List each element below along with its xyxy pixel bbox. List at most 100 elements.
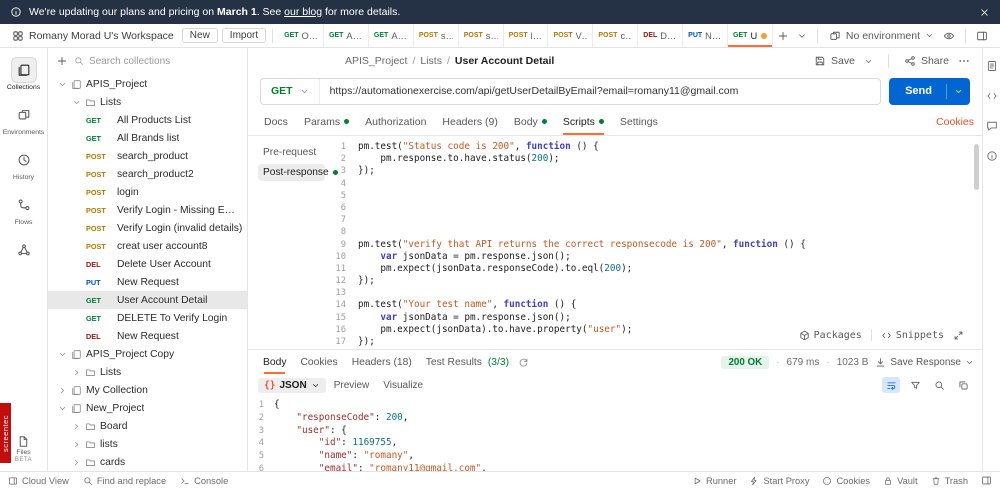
tree-request-all-products-list[interactable]: GET All Products List — [48, 111, 247, 129]
url-input[interactable]: https://automationexercise.com/api/getUs… — [320, 85, 881, 97]
tree-request-search-product2[interactable]: POST search_product2 — [48, 165, 247, 183]
tree-request-delete-user-account[interactable]: DEL Delete User Account — [48, 255, 247, 273]
tree-request-delete-to-verify-login[interactable]: GET DELETE To Verify Login — [48, 309, 247, 327]
open-tab-creat[interactable]: POSTcreat — [593, 24, 639, 47]
scripts-subnav-pre-request[interactable]: Pre-request — [258, 144, 325, 161]
open-tab-overvi[interactable]: GETOvervi — [279, 24, 325, 47]
open-tab-logi[interactable]: POSTlogi — [504, 24, 549, 47]
tree-collection-my-collection[interactable]: My Collection — [48, 381, 247, 399]
new-button[interactable]: New — [181, 28, 218, 43]
search-response-button[interactable] — [930, 377, 948, 393]
search-input[interactable] — [89, 55, 239, 67]
expand-editor-icon[interactable] — [953, 330, 964, 341]
import-button[interactable]: Import — [221, 28, 267, 43]
sidebar-nav-collections[interactable]: Collections — [1, 58, 47, 91]
open-tab-all-prc[interactable]: GETAll Prc — [324, 24, 369, 47]
refresh-icon[interactable] — [518, 357, 529, 368]
request-tab-scripts[interactable]: Scripts — [555, 108, 612, 135]
open-tab-all-brc[interactable]: GETAll Brc — [369, 24, 414, 47]
response-view-preview[interactable]: Preview — [328, 378, 376, 393]
save-response-button[interactable]: Save Response — [875, 357, 974, 368]
tab-overflow-icon[interactable] — [797, 31, 807, 41]
statusbar-vault[interactable]: Vault — [883, 476, 918, 486]
environment-quicklook-icon[interactable] — [943, 30, 955, 42]
breadcrumb-item[interactable]: APIS_Project — [345, 55, 407, 67]
request-tab-headers-9[interactable]: Headers (9) — [434, 108, 505, 135]
tree-request-login[interactable]: POST login — [48, 183, 247, 201]
editor-scrollbar[interactable] — [974, 144, 979, 190]
sidebar-nav-flows[interactable]: Flows — [1, 193, 47, 226]
open-tab-delete[interactable]: DELDelete — [638, 24, 684, 47]
tree-collection-apis-project[interactable]: APIS_Project — [48, 75, 247, 93]
search-collections[interactable] — [74, 55, 239, 67]
request-tab-params[interactable]: Params — [296, 108, 357, 135]
info-icon[interactable] — [986, 150, 998, 162]
sidebar-nav-files[interactable]: Files BETA — [15, 435, 32, 463]
filter-button[interactable] — [906, 377, 924, 393]
environment-selector[interactable]: No environment — [824, 30, 939, 42]
tree-request-search-product[interactable]: POST search_product — [48, 147, 247, 165]
open-tab-verif[interactable]: POSTVerif — [548, 24, 594, 47]
documentation-icon[interactable] — [986, 60, 998, 72]
cookies-link[interactable]: Cookies — [936, 116, 974, 128]
statusbar-cookies[interactable]: Cookies — [822, 476, 870, 486]
method-selector[interactable]: GET — [261, 78, 320, 104]
sidebar-nav-more[interactable] — [1, 238, 47, 262]
response-view-json[interactable]: {} JSON — [258, 377, 326, 393]
tree-request-all-brands-list[interactable]: GET All Brands list — [48, 129, 247, 147]
tree-request-user-account-detail[interactable]: GET User Account Detail — [48, 291, 247, 309]
new-tab-icon[interactable] — [777, 30, 789, 42]
statusbar-cloud-view[interactable]: Cloud View — [8, 476, 69, 486]
add-collection-icon[interactable] — [56, 55, 68, 67]
response-tab-cookies[interactable]: Cookies — [293, 350, 344, 374]
packages-button[interactable]: Packages — [799, 330, 862, 341]
statusbar-trash[interactable]: Trash — [931, 476, 968, 486]
tree-collection-apis-project-copy[interactable]: APIS_Project Copy — [48, 345, 247, 363]
breadcrumb-item[interactable]: Lists — [420, 55, 442, 67]
sidebar-nav-environments[interactable]: Environments — [1, 103, 47, 136]
open-tab-new-f[interactable]: PUTNew F — [683, 24, 729, 47]
tree-request-new-request[interactable]: PUT New Request — [48, 273, 247, 291]
response-view-visualize[interactable]: Visualize — [377, 378, 429, 393]
tree-folder-lists[interactable]: Lists — [48, 93, 247, 111]
response-tab-body[interactable]: Body — [256, 350, 293, 374]
scripts-subnav-post-response[interactable]: Post-response — [258, 164, 338, 181]
statusbar-find-and-replace[interactable]: Find and replace — [83, 476, 166, 486]
tree-folder-lists[interactable]: Lists — [48, 363, 247, 381]
sidebar-nav-history[interactable]: History — [1, 148, 47, 181]
tree-request-new-request[interactable]: DEL New Request — [48, 327, 247, 345]
request-tab-settings[interactable]: Settings — [612, 108, 666, 135]
request-tab-docs[interactable]: Docs — [256, 108, 296, 135]
breadcrumb-item[interactable]: User Account Detail — [455, 55, 554, 67]
open-tab-searc[interactable]: POSTsearc — [459, 24, 504, 47]
send-options-icon[interactable] — [954, 87, 963, 96]
statusbar-runner[interactable]: Runner — [692, 476, 736, 486]
wrap-text-button[interactable] — [882, 377, 900, 393]
response-body[interactable]: 1{2 "responseCode": 200, 3 "user": {4 "id… — [248, 396, 982, 471]
tree-folder-cards[interactable]: cards — [48, 453, 247, 471]
tree-request-creat-user-account8[interactable]: POST creat user account8 — [48, 237, 247, 255]
tree-request-verify-login-invalid-details[interactable]: POST Verify Login (invalid details) — [48, 219, 247, 237]
tree-folder-board[interactable]: Board — [48, 417, 247, 435]
request-tab-authorization[interactable]: Authorization — [357, 108, 434, 135]
split-panel-icon[interactable] — [981, 475, 992, 486]
share-button[interactable]: Share — [904, 55, 949, 67]
comments-icon[interactable] — [986, 120, 998, 132]
open-tab-user-a[interactable]: GETUser A — [728, 24, 773, 47]
response-tab-headers-18[interactable]: Headers (18) — [345, 350, 419, 374]
send-button[interactable]: Send — [889, 77, 970, 105]
statusbar-start-proxy[interactable]: Start Proxy — [749, 476, 809, 486]
tree-request-verify-login-missing-email[interactable]: POST Verify Login - Missing Email — [48, 201, 247, 219]
open-tab-searc[interactable]: POSTsearc — [414, 24, 459, 47]
tree-collection-new-project[interactable]: New_Project — [48, 399, 247, 417]
save-button[interactable]: Save — [814, 55, 855, 67]
copy-response-button[interactable] — [954, 377, 972, 393]
response-tab-test-results[interactable]: Test Results (3/3) — [419, 350, 516, 374]
tree-folder-lists[interactable]: lists — [48, 435, 247, 453]
snippets-button[interactable]: Snippets — [881, 330, 944, 341]
banner-blog-link[interactable]: our blog — [284, 6, 322, 18]
layout-icon[interactable] — [976, 30, 988, 42]
banner-close-icon[interactable] — [979, 7, 990, 18]
workspace-switcher[interactable]: Romany Morad U's Workspace — [8, 30, 178, 42]
statusbar-console[interactable]: Console — [180, 476, 228, 486]
